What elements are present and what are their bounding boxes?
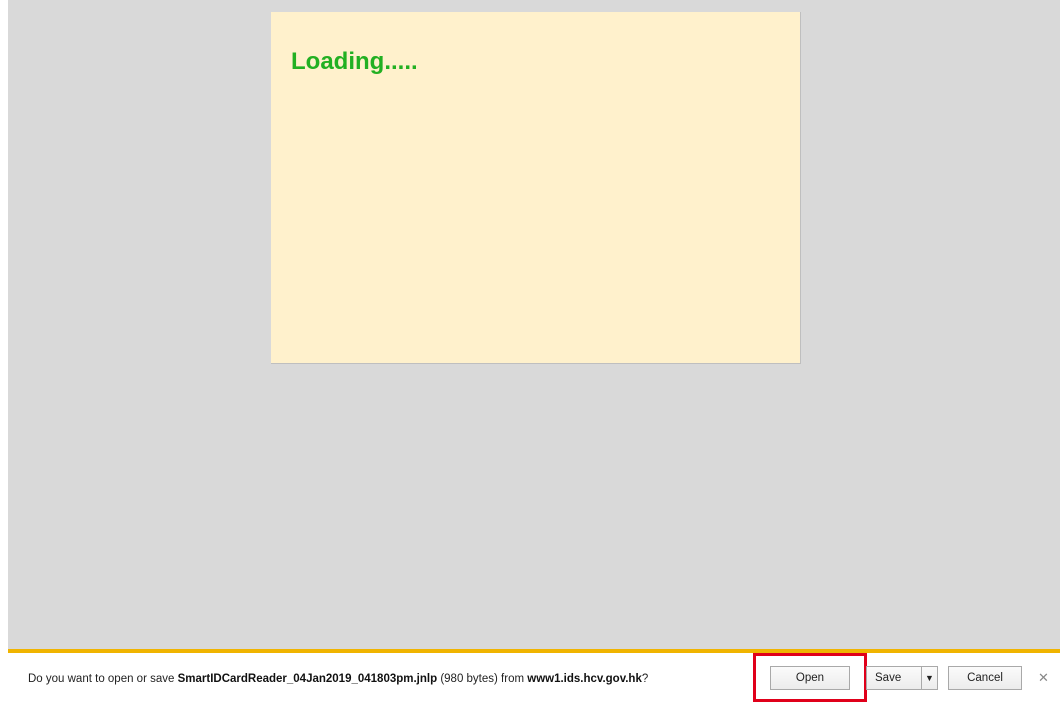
download-notification-bar: Do you want to open or save SmartIDCardR… [8,649,1060,702]
download-message: Do you want to open or save SmartIDCardR… [28,673,648,685]
open-button[interactable]: Open [770,666,850,690]
page-content-area: Loading..... [8,0,1060,649]
download-file-size: (980 bytes) from [437,673,528,685]
message-suffix: ? [641,673,649,685]
save-options-chevron-down-icon[interactable]: ▼ [921,666,938,690]
loading-text: Loading..... [291,48,418,75]
loading-panel: Loading..... [271,12,801,364]
download-file-name: SmartIDCardReader_04Jan2019_041803pm.jnl… [177,673,438,685]
cancel-button[interactable]: Cancel [948,666,1022,690]
message-prefix: Do you want to open or save [28,673,178,685]
download-source: www1.ids.hcv.gov.hk [527,673,642,685]
save-button[interactable]: Save [866,666,922,690]
close-icon[interactable]: ✕ [1038,671,1049,686]
